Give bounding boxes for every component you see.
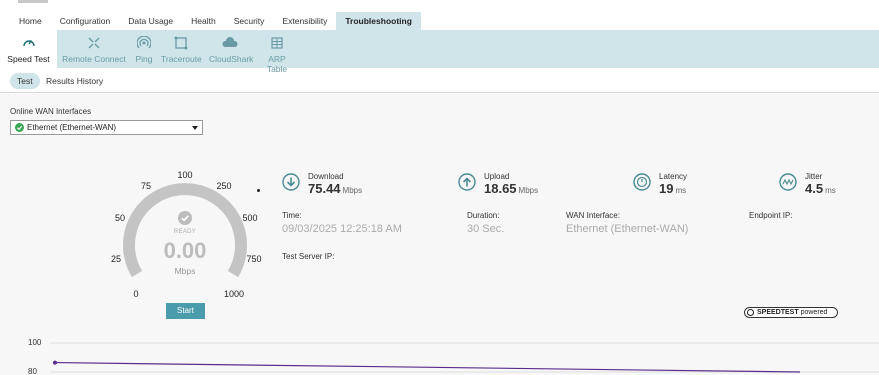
subnav-remote-connect[interactable]: Remote Connect <box>57 30 131 68</box>
subnav-arp-table[interactable]: ARP Table <box>255 30 299 74</box>
upload-metric: Upload 18.65 Mbps <box>458 172 588 196</box>
nav-item-health[interactable]: Health <box>182 12 225 30</box>
download-value-line: 75.44 Mbps <box>308 181 362 196</box>
wan-selected-value: Ethernet (Ethernet-WAN) <box>27 123 117 132</box>
speed-gauge: 0 25 50 75 100 250 500 750 1000 READY 0.… <box>100 166 270 311</box>
endpoint-ip-label: Endpoint IP: <box>749 211 793 220</box>
download-metric: Download 75.44 Mbps <box>282 172 412 196</box>
subnav-label: Speed Test <box>7 54 50 64</box>
subnav-label: Remote Connect <box>62 54 126 64</box>
gauge-tick-label: 75 <box>140 181 152 191</box>
y-tick-label: 80 <box>28 367 37 375</box>
upload-value-line: 18.65 Mbps <box>484 181 538 196</box>
ready-check-icon <box>178 211 192 225</box>
nav-item-extensibility[interactable]: Extensibility <box>273 12 336 30</box>
time-value: 09/03/2025 12:25:18 AM <box>282 223 402 235</box>
gauge-value: 0.00 <box>163 238 207 263</box>
nav-item-configuration[interactable]: Configuration <box>51 12 120 30</box>
gauge-tick-label: 500 <box>242 213 258 223</box>
gauge-unit: Mbps <box>174 266 196 276</box>
gauge-tick-label: 50 <box>114 213 126 223</box>
tab-results-history[interactable]: Results History <box>39 73 110 89</box>
subnav-cloudshark[interactable]: CloudShark <box>205 30 255 68</box>
jitter-unit: ms <box>825 186 836 195</box>
chart-plot <box>50 342 879 373</box>
gauge-tick-label: 100 <box>177 170 193 180</box>
nav-item-home[interactable]: Home <box>0 12 51 30</box>
remote-connect-icon <box>88 37 100 49</box>
main-nav: Home Configuration Data Usage Health Sec… <box>0 12 879 30</box>
logo <box>18 0 48 3</box>
chart-point <box>53 360 57 365</box>
nav-item-troubleshooting[interactable]: Troubleshooting <box>336 12 421 30</box>
jitter-label: Jitter <box>805 172 823 181</box>
speedtest-panel: Online WAN Interfaces Ethernet (Ethernet… <box>0 94 879 375</box>
gauge-status: READY <box>173 229 197 235</box>
subnav-label: Traceroute <box>161 54 202 64</box>
upload-label: Upload <box>484 172 510 181</box>
duration-value: 30 Sec. <box>467 223 505 235</box>
wan-interface-select[interactable]: Ethernet (Ethernet-WAN) <box>10 120 203 135</box>
nav-item-security[interactable]: Security <box>225 12 274 30</box>
latency-icon <box>633 173 651 191</box>
subnav-label: Ping <box>135 54 153 64</box>
wan-interfaces-label: Online WAN Interfaces <box>10 107 92 116</box>
nav-item-data-usage[interactable]: Data Usage <box>119 12 182 30</box>
latency-value: 19 <box>659 181 674 196</box>
chart-series-line <box>54 361 801 373</box>
y-tick-label: 100 <box>28 338 42 347</box>
upload-icon <box>458 173 476 191</box>
subnav-label: CloudShark <box>209 54 254 64</box>
chevron-down-icon <box>192 126 198 130</box>
wan-interface-label: WAN Interface: <box>566 211 620 220</box>
subnav-speed-test[interactable]: Speed Test <box>0 30 57 68</box>
download-unit: Mbps <box>342 186 363 195</box>
cursor-dot <box>257 189 260 192</box>
traceroute-icon <box>174 36 188 50</box>
table-icon <box>271 37 283 49</box>
subnav-ping[interactable]: Ping <box>131 30 157 68</box>
subnav-traceroute[interactable]: Traceroute <box>157 30 205 68</box>
speedtest-tabs: Test Results History <box>0 68 879 93</box>
gauge-tick-label: 25 <box>110 254 122 264</box>
history-line-chart: 100 80 <box>0 334 879 375</box>
duration-label: Duration: <box>467 211 500 220</box>
gauge-tick-label: 750 <box>246 254 262 264</box>
speedtest-logo-icon <box>747 309 754 316</box>
gauge-tick-label: 1000 <box>223 289 245 299</box>
speedtest-suffix: powered <box>800 309 828 316</box>
latency-label: Latency <box>659 172 688 181</box>
speedtest-brand: SPEEDTEST <box>757 309 799 316</box>
download-icon <box>282 173 300 191</box>
ping-icon <box>137 36 151 49</box>
jitter-icon <box>779 173 797 191</box>
upload-value: 18.65 <box>484 181 517 196</box>
upload-unit: Mbps <box>518 186 539 195</box>
jitter-value: 4.5 <box>805 181 824 196</box>
jitter-value-line: 4.5 ms <box>805 181 836 196</box>
gauge-tick-label: 0 <box>133 289 139 299</box>
tab-test[interactable]: Test <box>10 73 40 89</box>
top-bar <box>0 0 879 12</box>
latency-unit: ms <box>675 186 687 195</box>
speedtest-powered-badge[interactable]: SPEEDTEST powered <box>744 307 838 318</box>
jitter-metric: Jitter 4.5 ms <box>779 172 874 196</box>
gauge-tick-label: 250 <box>216 181 232 191</box>
latency-metric: Latency 19 ms <box>633 172 743 196</box>
test-server-ip-label: Test Server IP: <box>282 252 335 261</box>
latency-value-line: 19 ms <box>659 181 686 196</box>
troubleshooting-subnav: Speed Test Remote Connect Ping Tracerout… <box>0 30 879 74</box>
download-label: Download <box>308 172 344 181</box>
cloudshark-icon <box>222 37 238 47</box>
download-value: 75.44 <box>308 181 341 196</box>
wan-interface-value: Ethernet (Ethernet-WAN) <box>566 223 689 235</box>
gauge-icon <box>22 40 35 47</box>
time-label: Time: <box>282 211 302 220</box>
start-button[interactable]: Start <box>166 303 205 319</box>
check-circle-icon <box>15 123 24 132</box>
